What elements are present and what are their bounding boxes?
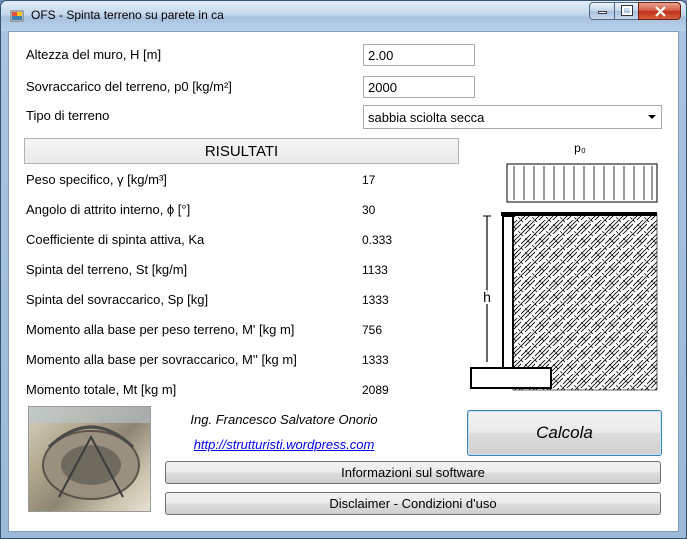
load-label: p₀ [574, 141, 586, 155]
result-value-mt: 2089 [362, 383, 389, 397]
result-value-ka: 0.333 [362, 233, 393, 247]
calcola-button[interactable]: Calcola [467, 410, 662, 456]
close-button[interactable] [638, 2, 681, 20]
minimize-button[interactable] [589, 2, 615, 20]
sovraccarico-label: Sovraccarico del terreno, p0 [kg/m²] [26, 79, 232, 94]
altezza-label: Altezza del muro, H [m] [26, 47, 162, 62]
client-area: Altezza del muro, H [m] Sovraccarico del… [8, 31, 679, 532]
result-label-m1: Momento alla base per peso terreno, M' [… [26, 322, 295, 337]
project-photo [28, 406, 151, 512]
terreno-label: Tipo di terreno [26, 108, 110, 123]
maximize-button[interactable] [614, 2, 639, 20]
result-label-ka: Coefficiente di spinta attiva, Ka [26, 232, 205, 247]
minimize-icon [598, 11, 607, 14]
app-icon [10, 10, 24, 22]
maximize-icon [621, 5, 633, 16]
result-value-m1: 756 [362, 323, 383, 337]
chevron-down-icon [648, 115, 656, 119]
height-label: h [483, 289, 491, 305]
result-value-sp: 1333 [362, 293, 389, 307]
result-value-m2: 1333 [362, 353, 389, 367]
result-label-sp: Spinta del sovraccarico, Sp [kg] [26, 292, 209, 307]
retaining-wall-diagram: p₀ h [465, 136, 661, 398]
info-button[interactable]: Informazioni sul software [165, 461, 661, 484]
app-window: OFS - Spinta terreno su parete in ca Alt… [0, 0, 687, 539]
close-icon [655, 6, 666, 17]
website-link[interactable]: http://strutturisti.wordpress.com [159, 437, 409, 452]
result-label-peso: Peso specifico, γ [kg/m³] [26, 172, 167, 187]
sovraccarico-input[interactable] [363, 76, 475, 98]
result-value-angolo: 30 [362, 203, 376, 217]
altezza-input[interactable] [363, 44, 475, 66]
window-title: OFS - Spinta terreno su parete in ca [31, 8, 224, 22]
author-name: Ing. Francesco Salvatore Onorio [190, 412, 378, 427]
terreno-select[interactable]: sabbia sciolta secca [363, 105, 662, 129]
terreno-selected-value: sabbia sciolta secca [368, 110, 485, 125]
results-header: RISULTATI [24, 138, 459, 164]
result-label-st: Spinta del terreno, St [kg/m] [26, 262, 188, 277]
disclaimer-button[interactable]: Disclaimer - Condizioni d'uso [165, 492, 661, 515]
result-value-peso: 17 [362, 173, 376, 187]
title-bar[interactable]: OFS - Spinta terreno su parete in ca [1, 1, 686, 31]
result-label-m2: Momento alla base per sovraccarico, M'' … [26, 352, 297, 367]
result-label-mt: Momento totale, Mt [kg m] [26, 382, 177, 397]
result-label-angolo: Angolo di attrito interno, ϕ [°] [26, 202, 191, 217]
result-value-st: 1133 [362, 263, 388, 277]
